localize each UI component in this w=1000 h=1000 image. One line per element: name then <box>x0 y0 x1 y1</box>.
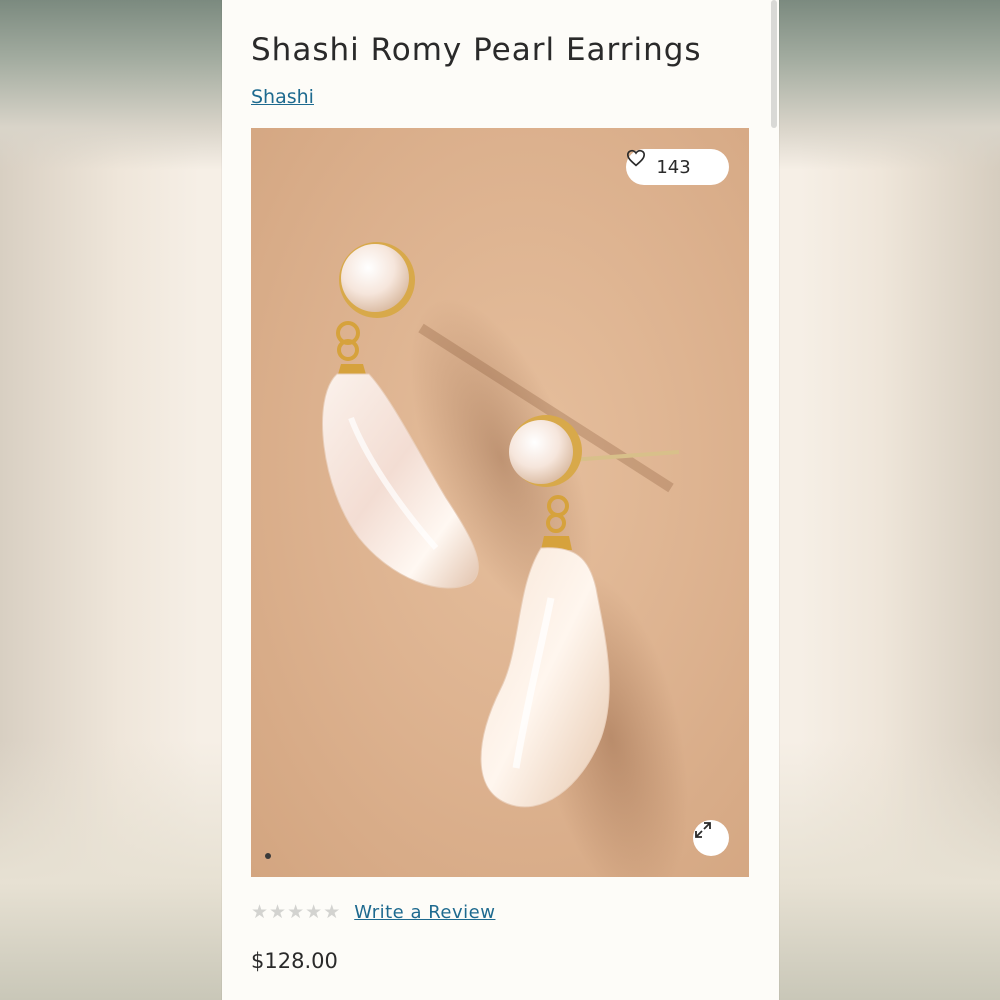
product-price: $128.00 <box>251 949 338 973</box>
favorite-button[interactable]: 143 <box>626 149 729 185</box>
product-panel: Shashi Romy Pearl Earrings Shashi 143 ★ … <box>222 0 779 1000</box>
earrings-photo <box>322 242 689 877</box>
favorites-count: 143 <box>656 156 691 178</box>
star-icon: ★ <box>269 902 287 923</box>
star-icon: ★ <box>251 902 269 923</box>
rating-stars: ★ ★ ★ ★ ★ <box>251 903 340 922</box>
brand-link[interactable]: Shashi <box>251 86 314 108</box>
expand-image-button[interactable] <box>693 820 729 856</box>
star-icon: ★ <box>305 902 323 923</box>
star-icon: ★ <box>287 902 305 923</box>
rating-row: ★ ★ ★ ★ ★ Write a Review <box>251 902 495 923</box>
star-icon: ★ <box>323 902 341 923</box>
carousel-dot[interactable] <box>265 853 271 859</box>
write-review-link[interactable]: Write a Review <box>354 902 495 923</box>
product-title: Shashi Romy Pearl Earrings <box>251 32 702 68</box>
scrollbar[interactable] <box>771 0 777 128</box>
product-image[interactable]: 143 <box>251 128 749 877</box>
